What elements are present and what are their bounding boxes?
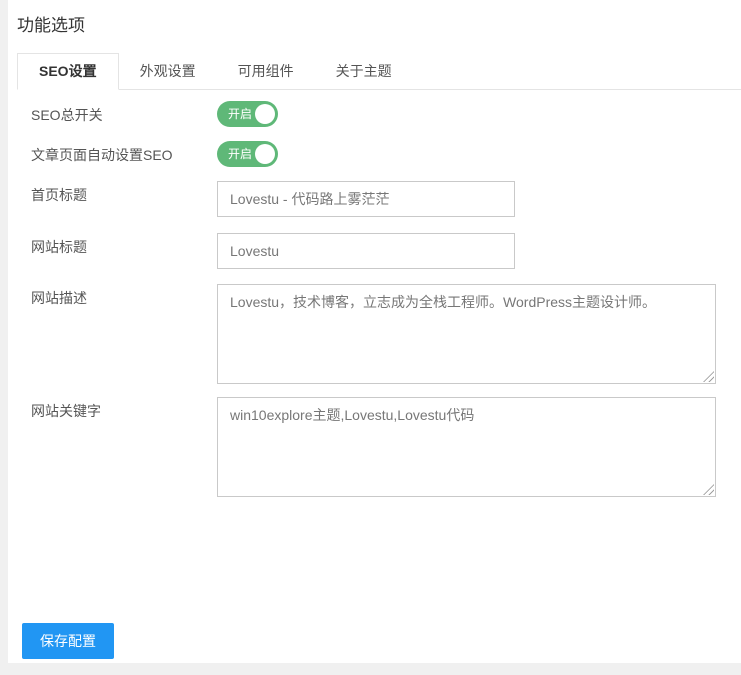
site-title-row: 网站标题 [17,233,741,269]
seo-master-switch-toggle[interactable]: 开启 [217,101,278,127]
auto-seo-switch-toggle[interactable]: 开启 [217,141,278,167]
site-keywords-label: 网站关键字 [17,397,217,420]
options-panel: 功能选项 SEO设置 外观设置 可用组件 关于主题 SEO总开关 开启 文章页面… [8,0,741,663]
site-description-row: 网站描述 Lovestu，技术博客，立志成为全栈工程师。WordPress主题设… [17,284,741,384]
site-description-wrap: Lovestu，技术博客，立志成为全栈工程师。WordPress主题设计师。 [217,284,716,384]
seo-master-switch-label: SEO总开关 [17,101,217,124]
tab-appearance-settings[interactable]: 外观设置 [119,53,217,89]
home-title-input[interactable] [217,181,515,217]
seo-master-switch-row: SEO总开关 开启 [17,101,741,127]
save-config-button[interactable]: 保存配置 [22,623,114,659]
site-keywords-wrap: win10explore主题,Lovestu,Lovestu代码 [217,397,716,497]
tab-about-theme[interactable]: 关于主题 [315,53,413,89]
home-title-label: 首页标题 [17,181,217,204]
site-description-label: 网站描述 [17,284,217,307]
tab-available-widgets[interactable]: 可用组件 [217,53,315,89]
screen: 功能选项 SEO设置 外观设置 可用组件 关于主题 SEO总开关 开启 文章页面… [0,0,741,675]
toggle-on-label: 开启 [228,141,252,167]
tab-seo-settings[interactable]: SEO设置 [17,53,119,90]
site-keywords-textarea[interactable]: win10explore主题,Lovestu,Lovestu代码 [217,397,716,497]
home-title-row: 首页标题 [17,181,741,217]
site-title-label: 网站标题 [17,233,217,256]
toggle-knob [255,144,275,164]
toggle-on-label: 开启 [228,101,252,127]
auto-seo-switch-label: 文章页面自动设置SEO [17,141,217,164]
site-description-textarea[interactable]: Lovestu，技术博客，立志成为全栈工程师。WordPress主题设计师。 [217,284,716,384]
site-keywords-row: 网站关键字 win10explore主题,Lovestu,Lovestu代码 [17,397,741,497]
toggle-knob [255,104,275,124]
tab-bar: SEO设置 外观设置 可用组件 关于主题 [17,53,741,90]
site-title-input[interactable] [217,233,515,269]
page-title: 功能选项 [17,0,741,39]
auto-seo-switch-row: 文章页面自动设置SEO 开启 [17,141,741,167]
